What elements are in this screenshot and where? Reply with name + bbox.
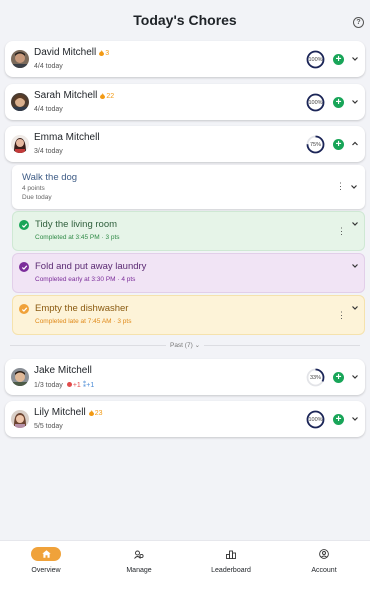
add-chore-button[interactable]: + xyxy=(333,414,344,425)
chevron-down-icon[interactable] xyxy=(350,183,358,191)
chore-name: Tidy the living room xyxy=(35,219,118,230)
flame-icon xyxy=(88,410,94,417)
more-options-icon[interactable]: ⋮ xyxy=(336,182,345,191)
home-icon xyxy=(31,547,61,561)
person-name: Sarah Mitchell 22 xyxy=(34,90,115,101)
chore-status: Completed late at 7:45 AM · 3 pts xyxy=(35,318,132,325)
today-progress-text: 3/4 today xyxy=(34,148,63,155)
nav-label: Account xyxy=(311,567,337,574)
progress-ring: 33% xyxy=(306,368,325,387)
manage-icon xyxy=(109,547,169,561)
progress-value: 100% xyxy=(308,56,323,63)
streak-badge: 3 xyxy=(99,50,109,57)
add-chore-button[interactable]: + xyxy=(333,54,344,65)
add-chore-button[interactable]: + xyxy=(333,139,344,150)
chore-item[interactable]: Tidy the living room Completed at 3:45 P… xyxy=(12,211,365,251)
progress-value: 75% xyxy=(309,141,321,148)
more-options-icon[interactable]: ⋮ xyxy=(337,311,346,320)
person-card-jake[interactable]: Jake Mitchell 1/3 today +1 ⁑+1 33% + xyxy=(5,359,365,395)
today-progress-text: 4/4 today xyxy=(34,63,63,70)
person-card-david[interactable]: David Mitchell 3 4/4 today 100% + xyxy=(5,41,365,77)
page-title: Today's Chores xyxy=(133,12,237,28)
check-circle-icon xyxy=(19,304,29,314)
flame-icon xyxy=(99,50,105,57)
penalty-count: +1 xyxy=(72,382,81,389)
chevron-down-icon[interactable] xyxy=(351,262,359,270)
past-label: Past (7) ⌄ xyxy=(165,341,205,349)
avatar xyxy=(11,93,29,111)
avatar xyxy=(11,368,29,386)
bonus-count: +1 xyxy=(86,382,95,389)
person-name: Lily Mitchell 23 xyxy=(34,407,103,418)
progress-value: 100% xyxy=(308,99,323,106)
penalty-icon xyxy=(66,382,72,388)
streak-badge: 23 xyxy=(88,410,102,417)
chevron-down-icon: ⌄ xyxy=(194,342,201,349)
person-name: Jake Mitchell xyxy=(34,365,92,376)
add-chore-button[interactable]: + xyxy=(333,372,344,383)
chevron-down-icon[interactable] xyxy=(351,304,359,312)
chore-item[interactable]: Fold and put away laundry Completed earl… xyxy=(12,253,365,293)
progress-value: 100% xyxy=(308,416,323,423)
progress-value: 33% xyxy=(309,374,321,381)
person-name: Emma Mitchell xyxy=(34,132,100,143)
app-header: Today's Chores ? xyxy=(0,0,370,40)
person-name: David Mitchell 3 xyxy=(34,47,110,58)
chore-points: 4 points xyxy=(22,185,45,192)
person-card-sarah[interactable]: Sarah Mitchell 22 4/4 today 100% + xyxy=(5,84,365,120)
nav-leaderboard[interactable]: Leaderboard xyxy=(201,547,261,574)
nav-label: Leaderboard xyxy=(211,567,251,574)
chore-item[interactable]: Empty the dishwasher Completed late at 7… xyxy=(12,295,365,335)
avatar xyxy=(11,410,29,428)
check-circle-icon xyxy=(19,262,29,272)
chore-details: 4 points Due today xyxy=(22,184,52,203)
chore-name: Empty the dishwasher xyxy=(35,303,129,314)
nav-label: Manage xyxy=(126,567,152,574)
nav-overview[interactable]: Overview xyxy=(16,547,76,574)
nav-label: Overview xyxy=(31,567,61,574)
chore-name: Walk the dog xyxy=(22,172,78,183)
chore-status: Completed at 3:45 PM · 3 pts xyxy=(35,234,120,241)
today-progress-text: 1/3 today +1 ⁑+1 xyxy=(34,382,95,389)
nav-manage[interactable]: Manage xyxy=(109,547,169,574)
chevron-down-icon[interactable] xyxy=(351,415,359,423)
past-toggle[interactable]: Past (7) ⌄ xyxy=(0,340,370,350)
chore-name: Fold and put away laundry xyxy=(35,261,147,272)
avatar xyxy=(11,135,29,153)
chevron-down-icon[interactable] xyxy=(351,98,359,106)
chevron-down-icon[interactable] xyxy=(351,220,359,228)
person-card-emma[interactable]: Emma Mitchell 3/4 today 75% + xyxy=(5,126,365,162)
chore-status: Completed early at 3:30 PM · 4 pts xyxy=(35,276,136,283)
chore-item[interactable]: Walk the dog 4 points Due today ⋮ xyxy=(12,165,365,209)
check-circle-icon xyxy=(19,220,29,230)
person-card-lily[interactable]: Lily Mitchell 23 5/5 today 100% + xyxy=(5,401,365,437)
chore-due: Due today xyxy=(22,194,52,202)
chevron-up-icon[interactable] xyxy=(351,140,359,148)
bottom-nav: Overview Manage Leaderboard Account xyxy=(0,540,370,592)
add-chore-button[interactable]: + xyxy=(333,97,344,108)
progress-ring: 100% xyxy=(306,410,325,429)
progress-ring: 100% xyxy=(306,93,325,112)
today-progress-text: 4/4 today xyxy=(34,106,63,113)
nav-account[interactable]: Account xyxy=(294,547,354,574)
help-icon[interactable]: ? xyxy=(353,17,364,28)
avatar xyxy=(11,50,29,68)
account-icon xyxy=(294,547,354,561)
progress-ring: 75% xyxy=(306,135,325,154)
progress-ring: 100% xyxy=(306,50,325,69)
flame-icon xyxy=(100,93,106,100)
more-options-icon[interactable]: ⋮ xyxy=(337,227,346,236)
chevron-down-icon[interactable] xyxy=(351,373,359,381)
streak-badge: 22 xyxy=(100,93,114,100)
today-progress-text: 5/5 today xyxy=(34,423,63,430)
chevron-down-icon[interactable] xyxy=(351,55,359,63)
leaderboard-icon xyxy=(201,547,261,561)
